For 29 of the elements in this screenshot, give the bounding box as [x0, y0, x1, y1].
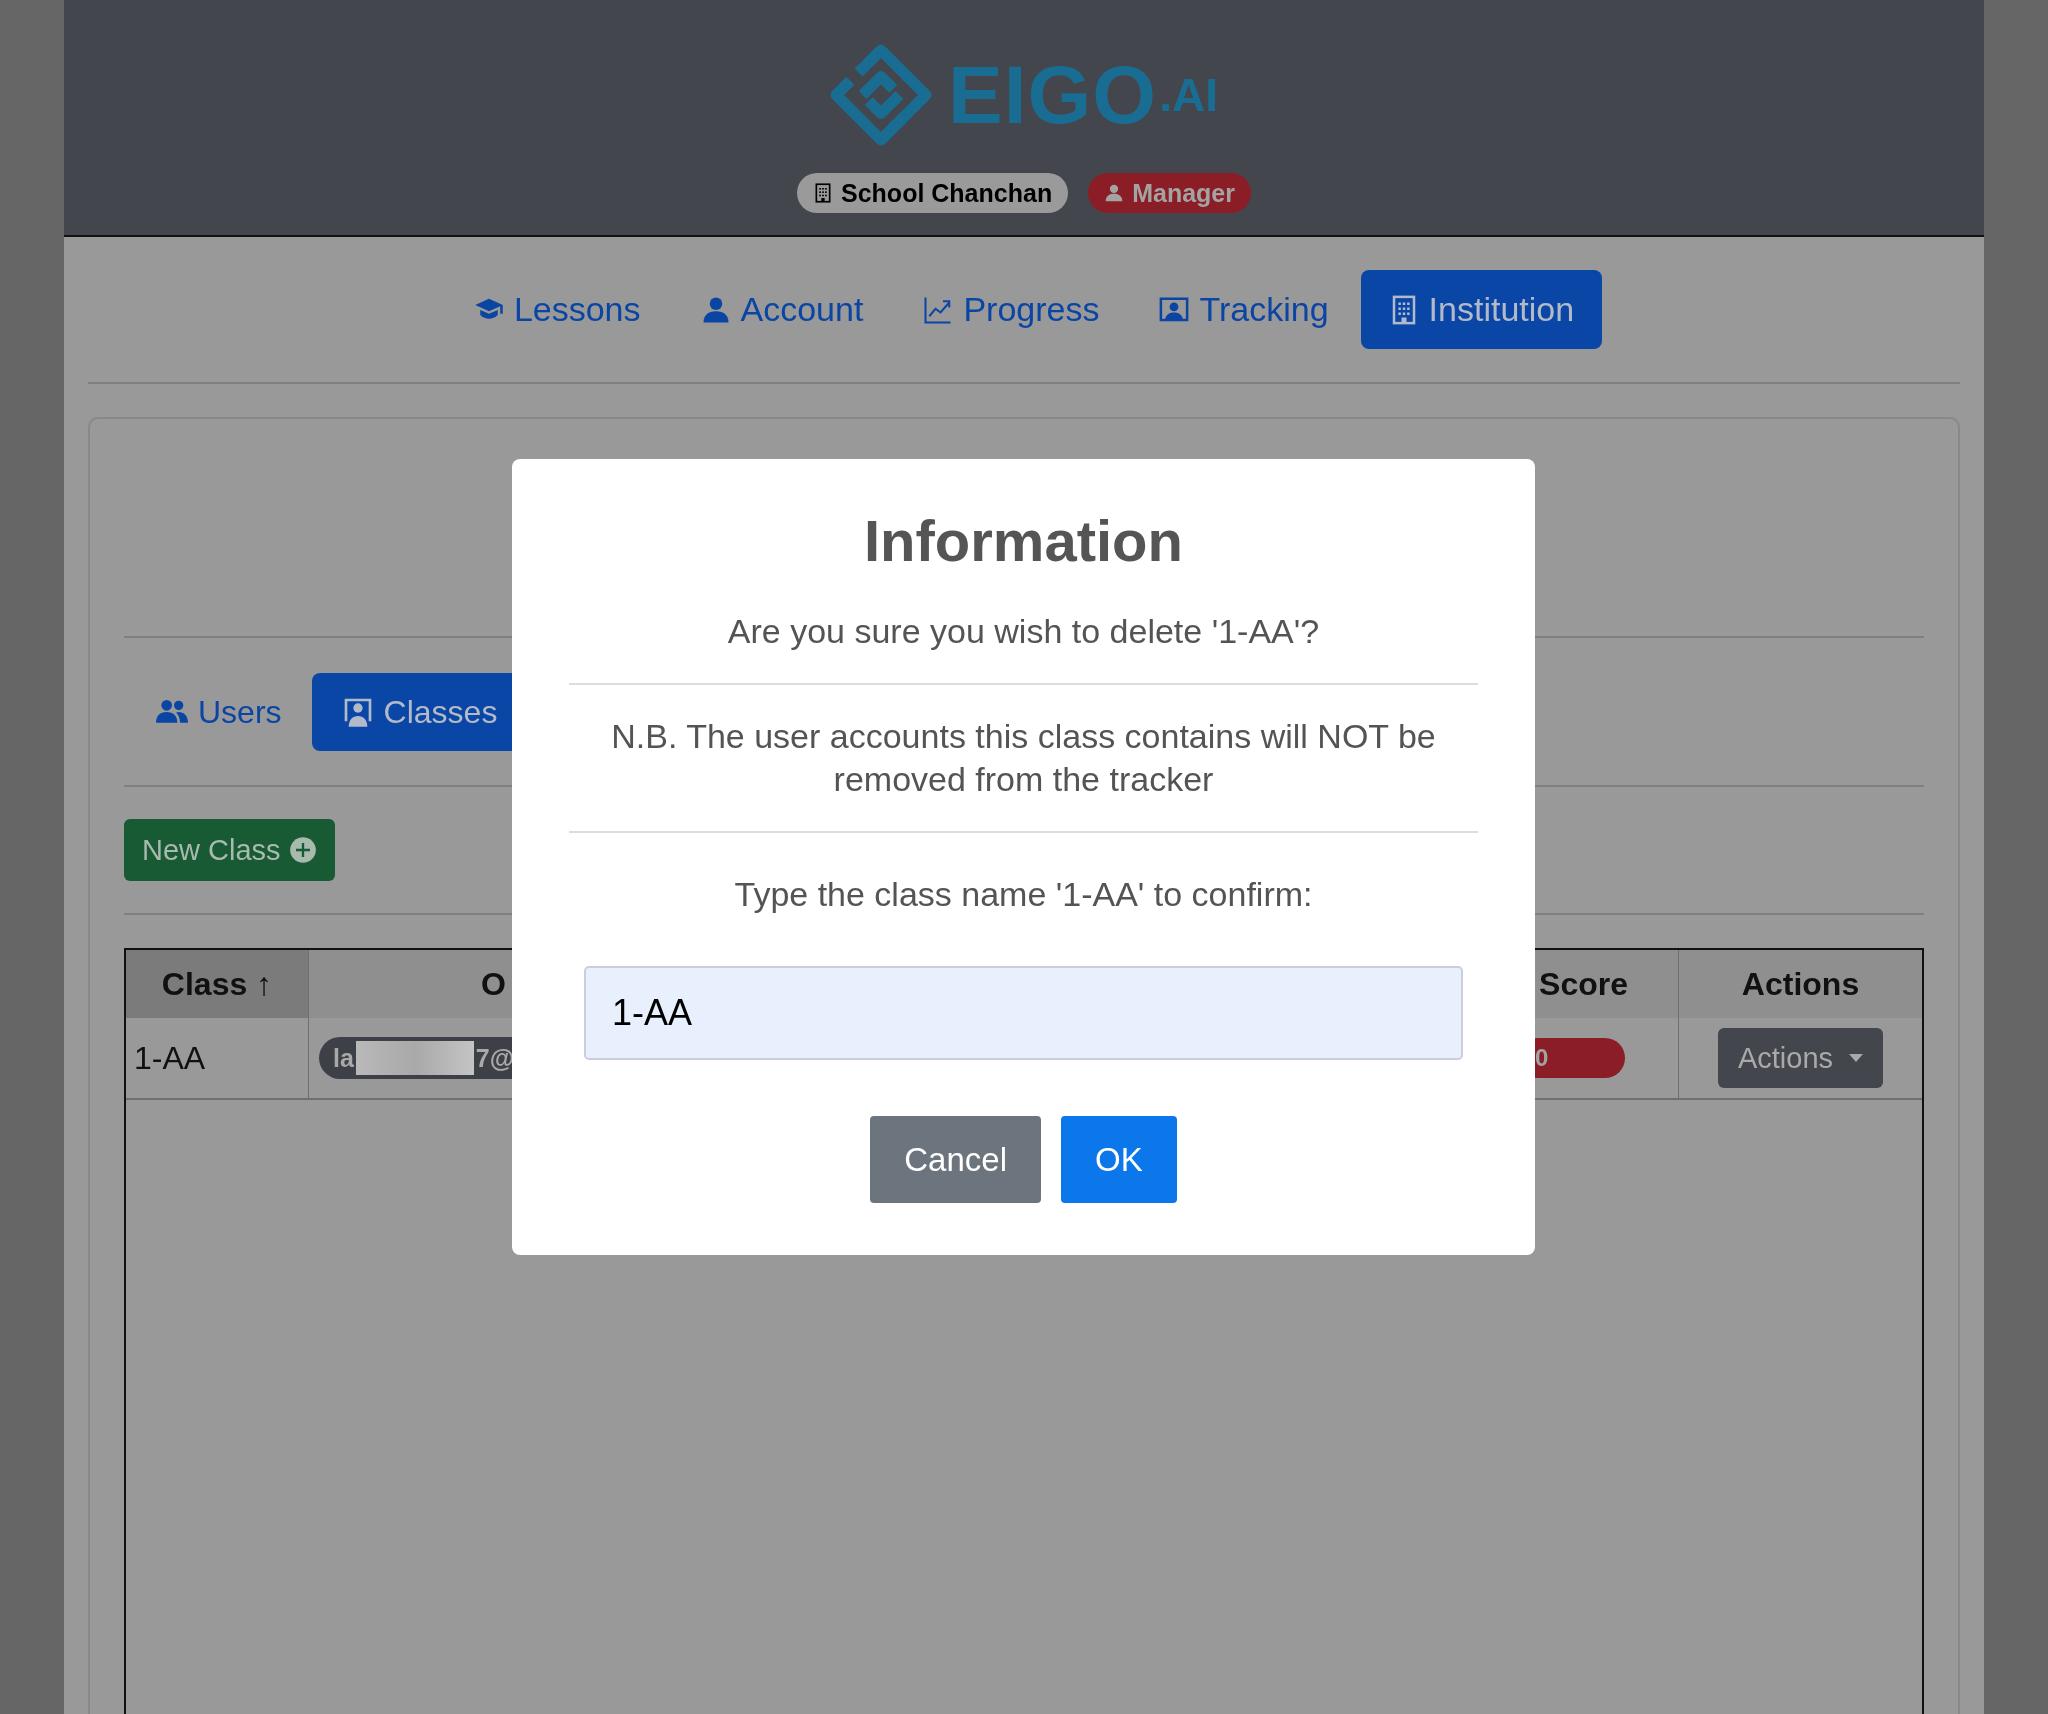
new-class-button[interactable]: New Class — [124, 819, 335, 881]
cancel-button[interactable]: Cancel — [870, 1116, 1041, 1203]
nav-tab[interactable]: Tracking — [1131, 270, 1357, 349]
actions-dropdown[interactable]: Actions — [1717, 1028, 1884, 1088]
plus-circle-icon — [288, 836, 317, 864]
person-icon — [1104, 183, 1125, 203]
logo-icon — [830, 44, 933, 146]
role-badge: Manager — [1088, 173, 1251, 213]
class-name-field[interactable]: 1-AA — [584, 966, 1463, 1060]
owner-text: 7@ — [475, 1043, 515, 1073]
nav-tab[interactable]: Institution — [1360, 270, 1603, 349]
section-tab[interactable]: Users — [124, 673, 298, 751]
logo-wordmark: EIGO — [948, 48, 1158, 142]
school-badge: School Chanchan — [797, 173, 1069, 213]
column-header[interactable]: Class ↑ — [126, 950, 309, 1018]
nav-tab[interactable]: Progress — [895, 270, 1128, 349]
owner-text: la — [333, 1043, 354, 1073]
ok-button[interactable]: OK — [1061, 1116, 1177, 1203]
dialog-prompt: Type the class name '1-AA' to confirm: — [734, 874, 1313, 915]
caret-icon — [1849, 1054, 1864, 1062]
dialog-message: Are you sure you wish to delete '1-AA'? — [727, 611, 1320, 652]
nav-tab[interactable]: Account — [672, 270, 892, 349]
dialog-note: N.B. The user accounts this class contains will NOT be removed from the tracker — [610, 716, 1437, 800]
building-icon — [813, 183, 833, 203]
column-header[interactable]: Actions — [1679, 950, 1922, 1018]
dialog-title: Information — [864, 507, 1183, 574]
nav-tab[interactable]: Lessons — [445, 270, 669, 349]
logo-suffix: .AI — [1159, 68, 1218, 122]
table-cell: 1-AA — [126, 1018, 309, 1100]
